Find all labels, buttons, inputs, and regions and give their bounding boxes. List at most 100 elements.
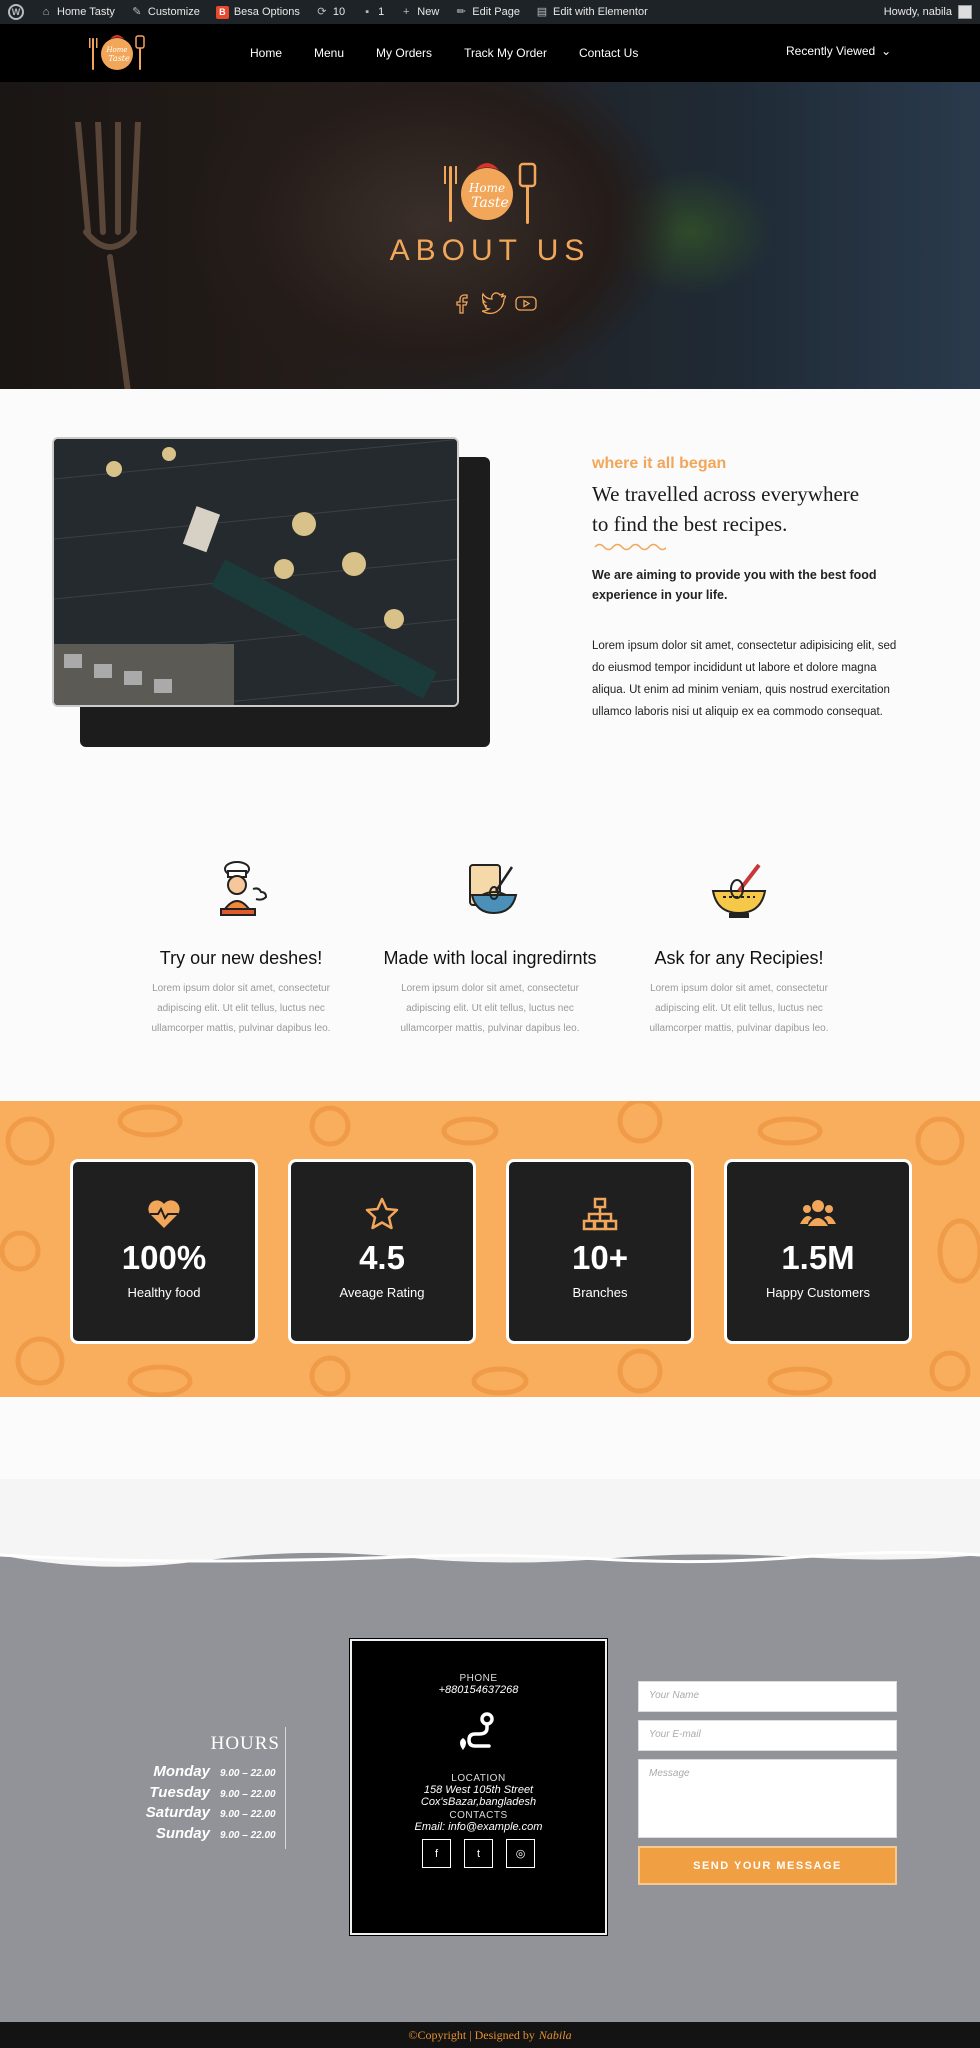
besa-options-link[interactable]: B Besa Options — [208, 0, 308, 24]
send-message-button[interactable]: SEND YOUR MESSAGE — [638, 1846, 897, 1885]
hours-row: Monday 9.00 – 22.00 — [108, 1763, 280, 1784]
site-name-link[interactable]: ⌂ Home Tasty — [32, 0, 123, 24]
hours-divider — [285, 1727, 286, 1849]
hours-day: Sunday — [155, 1824, 210, 1842]
site-footer: HOURS Monday 9.00 – 22.00 Tuesday 9.00 – 2… — [0, 1551, 980, 2022]
twitter-icon[interactable] — [482, 292, 506, 314]
youtube-icon[interactable] — [514, 292, 538, 314]
pencil-icon: ✏ — [456, 6, 466, 18]
plus-icon: + — [403, 6, 410, 18]
about-lead: We are aiming to provide you with the be… — [592, 568, 877, 602]
stat-label: Aveage Rating — [339, 1285, 425, 1300]
stat-label: Happy Customers — [765, 1285, 871, 1300]
designer-name: Nabila — [538, 2027, 572, 2042]
squiggle-divider — [594, 543, 666, 551]
admin-bar: W ⌂ Home Tasty ✎ Customize B Besa Options ⟳… — [0, 0, 980, 24]
avatar — [958, 5, 972, 19]
heartbeat-icon — [148, 1200, 180, 1228]
recently-viewed-label: Recently Viewed — [786, 44, 876, 58]
besa-options-label: Besa Options — [233, 6, 300, 18]
copyright-text: ©Copyright | Designed by — [408, 2027, 535, 2042]
nav-contact-us[interactable]: Contact Us — [579, 46, 638, 60]
address-line-1: 158 West 105th Street — [423, 1784, 534, 1796]
besa-icon: B — [215, 5, 229, 19]
whatsapp-icon[interactable]: ◎ — [506, 1839, 535, 1868]
feature-title: Made with local ingredirnts — [383, 948, 597, 968]
feature-title: Try our new deshes! — [159, 948, 323, 968]
copyright-bar: ©Copyright | Designed by Nabila — [0, 2022, 980, 2048]
facebook-icon[interactable] — [450, 292, 474, 314]
stat-value: 100% — [121, 1239, 207, 1276]
hours-day: Monday — [153, 1763, 210, 1780]
contact-form: Your Name Your E-mail Message SEND YOUR … — [638, 1681, 897, 1885]
feature-card: Ask for any Recipies! Lorem ipsum dolor … — [632, 859, 847, 1039]
edit-page-link[interactable]: ✏ Edit Page — [447, 0, 528, 24]
new-content-link[interactable]: + New — [392, 0, 447, 24]
feature-title: Ask for any Recipies! — [654, 948, 824, 968]
feature-card: Made with local ingredirnts Lorem ipsum … — [383, 859, 598, 1039]
hours-title: HOURS — [210, 1733, 280, 1754]
home-icon: ⌂ — [42, 6, 50, 18]
hours-day: Saturday — [145, 1804, 210, 1821]
customize-label: Customize — [147, 6, 200, 18]
hours-time: 9.00 – 22.00 — [220, 1768, 276, 1779]
stat-value: 10+ — [572, 1239, 628, 1276]
updates-count: 10 — [332, 6, 346, 18]
about-eyebrow: where it all began — [592, 455, 727, 472]
elementor-label: Edit with Elementor — [552, 6, 648, 18]
stat-label: Healthy food — [127, 1285, 201, 1300]
nav-menu[interactable]: Menu — [314, 46, 344, 60]
feature-card: Try our new deshes! Lorem ipsum dolor si… — [134, 859, 349, 1039]
account-menu[interactable]: Howdy, nabila — [884, 0, 972, 24]
elementor-link[interactable]: ▤ Edit with Elementor — [528, 0, 656, 24]
stats-section: 100% Healthy food 4.5 Aveage Rating 10+ … — [0, 1101, 980, 1397]
about-body: Lorem ipsum dolor sit amet, consectetur … — [592, 640, 897, 718]
site-header: Home Taste Home Menu My Orders Track My … — [0, 24, 980, 82]
main-nav: Home Menu My Orders Track My Order Conta… — [250, 24, 638, 82]
stat-value: 1.5M — [781, 1239, 855, 1276]
svg-text:Home: Home — [105, 46, 127, 54]
elementor-icon: ▤ — [536, 6, 548, 18]
recently-viewed-dropdown[interactable]: Recently Viewed ⌄ — [786, 44, 891, 58]
phone-value[interactable]: +8801546372​68 — [352, 1684, 605, 1696]
comments-link[interactable]: ▪ 1 — [353, 0, 392, 24]
site-logo[interactable]: Home Taste — [86, 30, 148, 74]
chef-icon — [220, 861, 268, 916]
stat-card: 100% Healthy food — [70, 1159, 258, 1344]
page-title: ABOUT US — [389, 234, 591, 267]
phone-label: PHONE — [459, 1673, 498, 1684]
nav-track-order[interactable]: Track My Order — [464, 46, 547, 60]
stat-label: Branches — [572, 1285, 628, 1300]
nav-my-orders[interactable]: My Orders — [376, 46, 432, 60]
updates-link[interactable]: ⟳ 10 — [308, 0, 353, 24]
stat-value: 4.5 — [359, 1239, 405, 1276]
stat-card: 4.5 Aveage Rating — [288, 1159, 476, 1344]
message-field[interactable]: Message — [638, 1759, 897, 1838]
customize-link[interactable]: ✎ Customize — [123, 0, 208, 24]
email-value[interactable]: Email: info@example.com — [352, 1821, 605, 1833]
contacts-label: CONTACTS — [449, 1810, 508, 1821]
svg-text:Home: Home — [468, 181, 505, 195]
route-icon — [459, 1712, 494, 1750]
wp-logo-menu[interactable]: W — [0, 0, 32, 24]
features-row: Try our new deshes! Lorem ipsum dolor si… — [0, 859, 980, 1039]
address-line-2: Cox'sBazar,bangladesh — [420, 1796, 537, 1808]
name-field[interactable]: Your Name — [638, 1681, 897, 1712]
facebook-icon[interactable]: f — [422, 1839, 451, 1868]
contact-card: PHONE +8801546372​68 LOCATION 158 West 1… — [349, 1638, 608, 1936]
hours-row: Saturday 9.00 – 22.00 — [108, 1804, 280, 1825]
howdy-label: Howdy, nabila — [883, 6, 952, 18]
stat-card: 1.5M Happy Customers — [724, 1159, 912, 1344]
restaurant-illustration — [54, 439, 457, 705]
about-section: where it all began We travelled across e… — [0, 389, 980, 1099]
svg-text:Taste: Taste — [108, 54, 130, 63]
nav-home[interactable]: Home — [250, 46, 282, 60]
twitter-icon[interactable]: t — [464, 1839, 493, 1868]
mixing-bowl-icon — [469, 864, 518, 915]
wordpress-icon: W — [8, 4, 24, 20]
email-field[interactable]: Your E-mail — [638, 1720, 897, 1751]
brush-icon: ✎ — [132, 6, 142, 18]
contact-socials: f t ◎ — [352, 1839, 605, 1868]
hours-time: 9.00 – 22.00 — [220, 1809, 276, 1820]
hours-row: Sunday 9.00 – 22.00 — [108, 1825, 280, 1846]
